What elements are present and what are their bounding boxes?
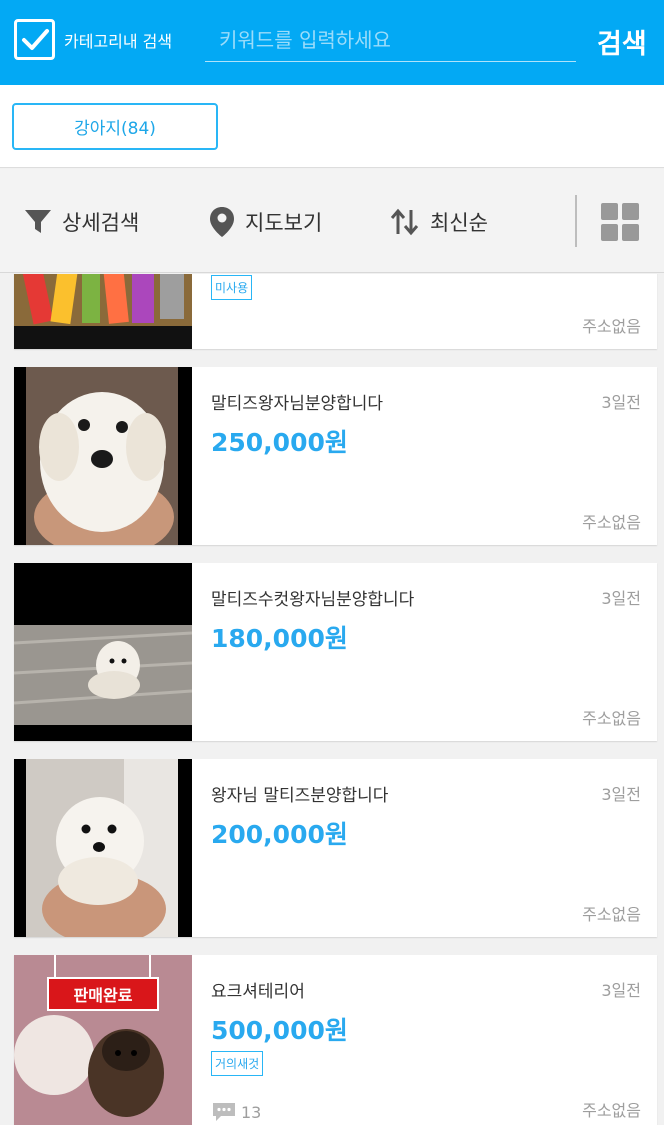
listing-price: 200,000원 <box>211 820 348 849</box>
listing-card[interactable]: 왕자님 말티즈분양합니다 3일전 200,000원 주소없음 <box>14 759 657 937</box>
listing-address: 주소없음 <box>582 905 641 924</box>
listing-thumbnail <box>14 563 192 741</box>
condition-tag: 거의새것 <box>211 1051 264 1076</box>
listing-price: 500,000원 <box>211 1016 348 1045</box>
sort-label: 최신순 <box>430 211 488 235</box>
category-checkbox[interactable] <box>14 19 55 60</box>
map-view-button[interactable]: 지도보기 <box>209 205 322 239</box>
filter-bar: 상세검색 지도보기 최신순 <box>0 169 664 273</box>
sold-badge-string <box>149 955 151 979</box>
comment-count: 13 <box>211 1101 261 1123</box>
listing-thumbnail <box>14 274 192 349</box>
listing-title: 말티즈왕자님분양합니다 <box>211 394 384 414</box>
category-checkbox-label: 카테고리내 검색 <box>64 32 173 51</box>
listing-price: 250,000원 <box>211 428 348 457</box>
sold-badge-string <box>54 955 56 979</box>
top-search-bar: 카테고리내 검색 검색 <box>0 0 664 85</box>
listing-title: 말티즈수컷왕자님분양합니다 <box>211 590 415 610</box>
map-view-label: 지도보기 <box>245 211 323 235</box>
check-icon <box>22 29 49 50</box>
listing-address: 주소없음 <box>582 317 641 336</box>
listing-address: 주소없음 <box>582 709 641 728</box>
listing-address: 주소없음 <box>582 513 641 532</box>
search-button[interactable]: 검색 <box>597 22 647 61</box>
listing-thumbnail: 판매완료 <box>14 955 192 1125</box>
listing-card[interactable]: 미사용 주소없음 <box>14 274 657 349</box>
listing-address: 주소없음 <box>582 1101 641 1120</box>
listing-title: 요크셔테리어 <box>211 982 305 1002</box>
listing-card[interactable]: 말티즈왕자님분양합니다 3일전 250,000원 주소없음 <box>14 367 657 545</box>
category-chip-puppy[interactable]: 강아지(84) <box>12 103 218 150</box>
listing-time: 3일전 <box>601 393 641 412</box>
listing-card[interactable]: 말티즈수컷왕자님분양합니다 3일전 180,000원 주소없음 <box>14 563 657 741</box>
category-bar: 강아지(84) <box>0 85 664 168</box>
listing-list: 미사용 주소없음 말티즈왕자님분양합니다 3일전 250,000원 주소없음 말… <box>0 274 664 1125</box>
listing-title: 왕자님 말티즈분양합니다 <box>211 786 389 806</box>
listing-thumbnail <box>14 759 192 937</box>
filter-icon <box>25 210 51 233</box>
sold-badge: 판매완료 <box>47 977 159 1011</box>
filter-divider <box>575 195 577 247</box>
sort-icon <box>390 208 419 236</box>
comment-icon <box>213 1103 235 1121</box>
listing-time: 3일전 <box>601 981 641 1000</box>
detail-search-label: 상세검색 <box>62 211 140 235</box>
map-pin-icon <box>210 207 234 237</box>
listing-time: 3일전 <box>601 589 641 608</box>
search-input[interactable] <box>205 18 576 62</box>
listing-thumbnail <box>14 367 192 545</box>
listing-card[interactable]: 판매완료 요크셔테리어 3일전 500,000원 거의새것 13 주소없음 <box>14 955 657 1125</box>
listing-time: 3일전 <box>601 785 641 804</box>
detail-search-button[interactable]: 상세검색 <box>24 205 139 239</box>
sort-button[interactable]: 최신순 <box>390 205 488 239</box>
condition-tag: 미사용 <box>211 275 253 300</box>
comment-count-value: 13 <box>241 1102 262 1122</box>
listing-price: 180,000원 <box>211 624 348 653</box>
grid-view-icon[interactable] <box>601 203 639 241</box>
